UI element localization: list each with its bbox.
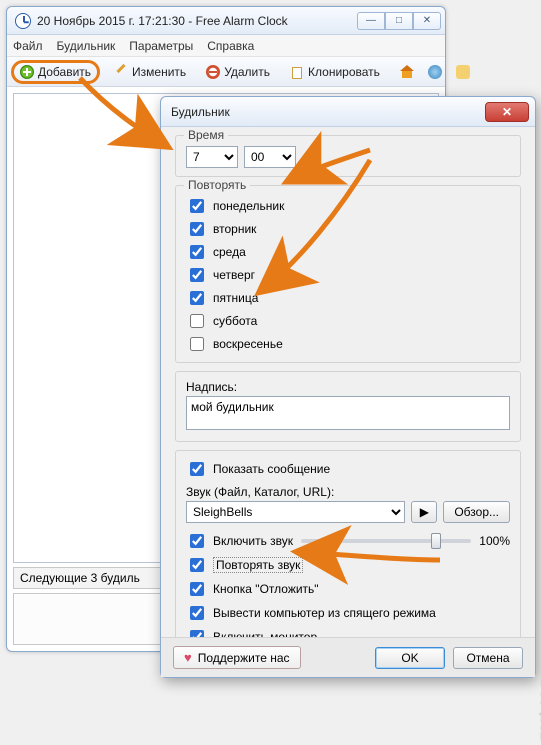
day-thu-check[interactable]: [190, 268, 204, 282]
snooze-check[interactable]: [190, 582, 204, 596]
day-sat-label: суббота: [213, 314, 257, 328]
globe-button[interactable]: [422, 62, 448, 82]
close-button[interactable]: ✕: [413, 12, 441, 30]
dialog-body: Время 7 00 Повторять понедельник вторник…: [161, 127, 535, 637]
volume-value: 100%: [479, 534, 510, 548]
enable-sound[interactable]: Включить звук: [186, 531, 293, 551]
day-sat[interactable]: суббота: [186, 311, 510, 331]
edit-label: Изменить: [132, 65, 186, 79]
show-message-check[interactable]: [190, 462, 204, 476]
repeat-sound-check[interactable]: [190, 558, 204, 572]
day-sat-check[interactable]: [190, 314, 204, 328]
monitor-check[interactable]: [190, 630, 204, 637]
day-wed[interactable]: среда: [186, 242, 510, 262]
wake-label: Вывести компьютер из спящего режима: [213, 606, 436, 620]
clone-label: Клонировать: [308, 65, 380, 79]
minimize-button[interactable]: —: [357, 12, 385, 30]
sound-label: Звук (Файл, Каталог, URL):: [186, 485, 510, 499]
edit-button[interactable]: Изменить: [108, 62, 192, 82]
dialog-titlebar[interactable]: Будильник ✕: [161, 97, 535, 127]
day-thu-label: четверг: [213, 268, 255, 282]
show-message[interactable]: Показать сообщение: [186, 459, 510, 479]
monitor[interactable]: Включить монитор: [186, 627, 510, 637]
clone-icon: [290, 65, 304, 79]
day-mon-check[interactable]: [190, 199, 204, 213]
day-fri-label: пятница: [213, 291, 258, 305]
menu-file[interactable]: Файл: [13, 39, 43, 53]
repeat-sound-label: Повторять звук: [213, 557, 303, 573]
main-title: 20 Ноябрь 2015 г. 17:21:30 - Free Alarm …: [37, 14, 357, 28]
day-tue-check[interactable]: [190, 222, 204, 236]
hour-select[interactable]: 7: [186, 146, 238, 168]
day-tue[interactable]: вторник: [186, 219, 510, 239]
day-fri-check[interactable]: [190, 291, 204, 305]
dialog-footer: ♥ Поддержите нас OK Отмена: [161, 637, 535, 677]
sound-select[interactable]: SleighBells: [186, 501, 405, 523]
day-sun-check[interactable]: [190, 337, 204, 351]
day-fri[interactable]: пятница: [186, 288, 510, 308]
heart-icon: ♥: [184, 650, 192, 665]
snooze-label: Кнопка "Отложить": [213, 582, 319, 596]
caption-label: Надпись:: [186, 380, 510, 394]
help-button[interactable]: [450, 62, 476, 82]
support-button[interactable]: ♥ Поддержите нас: [173, 646, 301, 669]
main-titlebar[interactable]: 20 Ноябрь 2015 г. 17:21:30 - Free Alarm …: [7, 7, 445, 35]
maximize-button[interactable]: □: [385, 12, 413, 30]
globe-icon: [428, 65, 442, 79]
enable-sound-check[interactable]: [190, 534, 204, 548]
wake-check[interactable]: [190, 606, 204, 620]
caption-input[interactable]: мой будильник: [186, 396, 510, 430]
add-button[interactable]: Добавить: [11, 60, 100, 84]
time-group-label: Время: [184, 128, 228, 142]
play-button[interactable]: ▶: [411, 501, 437, 523]
volume-slider[interactable]: [301, 539, 471, 543]
dialog-title: Будильник: [171, 105, 485, 119]
day-sun-label: воскресенье: [213, 337, 283, 351]
menu-params[interactable]: Параметры: [129, 39, 193, 53]
repeat-group-label: Повторять: [184, 178, 250, 192]
add-label: Добавить: [38, 65, 91, 79]
clone-button[interactable]: Клонировать: [284, 62, 386, 82]
show-message-label: Показать сообщение: [213, 462, 330, 476]
status-text: Следующие 3 будиль: [20, 571, 140, 585]
home-button[interactable]: [394, 62, 420, 82]
menu-alarm[interactable]: Будильник: [57, 39, 116, 53]
repeat-sound[interactable]: Повторять звук: [186, 555, 510, 575]
ok-button[interactable]: OK: [375, 647, 445, 669]
day-mon-label: понедельник: [213, 199, 284, 213]
wake[interactable]: Вывести компьютер из спящего режима: [186, 603, 510, 623]
slider-thumb[interactable]: [431, 533, 441, 549]
day-thu[interactable]: четверг: [186, 265, 510, 285]
time-group: Время 7 00: [175, 135, 521, 177]
delete-label: Удалить: [224, 65, 270, 79]
delete-button[interactable]: Удалить: [200, 62, 276, 82]
monitor-label: Включить монитор: [213, 630, 317, 637]
home-icon: [400, 65, 414, 79]
day-mon[interactable]: понедельник: [186, 196, 510, 216]
minute-select[interactable]: 00: [244, 146, 296, 168]
alarm-dialog: Будильник ✕ Время 7 00 Повторять понедел…: [160, 96, 536, 678]
help-icon: [456, 65, 470, 79]
toolbar: Добавить Изменить Удалить Клонировать: [7, 57, 445, 87]
support-label: Поддержите нас: [198, 651, 290, 665]
day-sun[interactable]: воскресенье: [186, 334, 510, 354]
options-group: Показать сообщение Звук (Файл, Каталог, …: [175, 450, 521, 637]
cancel-button[interactable]: Отмена: [453, 647, 523, 669]
day-wed-check[interactable]: [190, 245, 204, 259]
enable-sound-label: Включить звук: [213, 534, 293, 548]
snooze[interactable]: Кнопка "Отложить": [186, 579, 510, 599]
menubar: Файл Будильник Параметры Справка: [7, 35, 445, 57]
dialog-close-button[interactable]: ✕: [485, 102, 529, 122]
day-wed-label: среда: [213, 245, 246, 259]
pencil-icon: [114, 65, 128, 79]
plus-icon: [20, 65, 34, 79]
clock-icon: [15, 13, 31, 29]
caption-group: Надпись: мой будильник: [175, 371, 521, 442]
browse-button[interactable]: Обзор...: [443, 501, 510, 523]
day-tue-label: вторник: [213, 222, 256, 236]
repeat-group: Повторять понедельник вторник среда четв…: [175, 185, 521, 363]
menu-help[interactable]: Справка: [207, 39, 254, 53]
delete-icon: [206, 65, 220, 79]
